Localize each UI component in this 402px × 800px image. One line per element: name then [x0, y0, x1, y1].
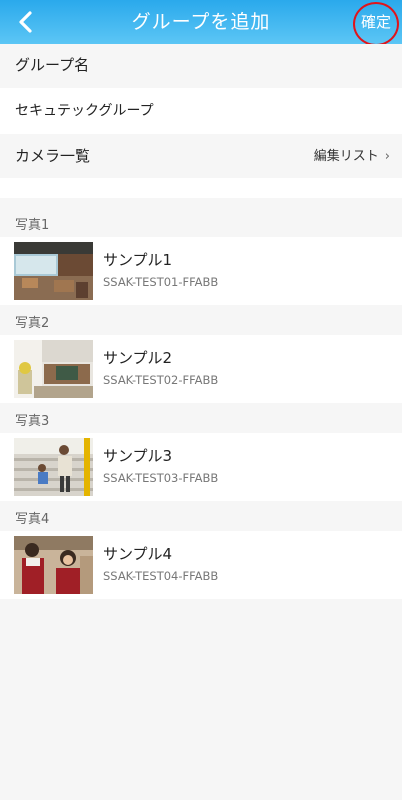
camera-id-2: SSAK-TEST02-FFABB [103, 373, 219, 387]
camera-id-4: SSAK-TEST04-FFABB [103, 569, 219, 583]
camera-item-2[interactable]: サンプル2 SSAK-TEST02-FFABB [0, 335, 402, 403]
chevron-right-icon: › [384, 149, 390, 164]
camera-item-4[interactable]: サンプル4 SSAK-TEST04-FFABB [0, 531, 402, 599]
camera-id-3: SSAK-TEST03-FFABB [103, 471, 219, 485]
section-label-3: 写真3 [15, 414, 50, 429]
camera-list-row: カメラ一覧 編集リスト › [0, 135, 402, 178]
camera-item-3[interactable]: サンプル3 SSAK-TEST03-FFABB [0, 433, 402, 501]
group-name-input[interactable] [0, 88, 402, 134]
edit-list-label: 編集リスト [313, 149, 379, 164]
edit-list-link[interactable]: 編集リスト › [314, 135, 390, 178]
section-label-2: 写真2 [15, 316, 50, 331]
app-header: グループを追加 確定 [0, 0, 402, 44]
group-name-label: グループ名 [0, 44, 402, 86]
cafe-interior-thumbnail [14, 242, 93, 300]
living-room-thumbnail [14, 340, 93, 398]
camera-name-3: サンプル3 [103, 447, 173, 465]
page-title: グループを追加 [131, 11, 271, 33]
empty-background [0, 600, 402, 800]
section-label-1: 写真1 [15, 218, 50, 233]
shop-staff-thumbnail [14, 536, 93, 594]
camera-list-label: カメラ一覧 [15, 147, 91, 165]
camera-name-4: サンプル4 [103, 545, 173, 563]
section-divider [0, 178, 402, 198]
stairs-people-thumbnail [14, 438, 93, 496]
confirm-button[interactable]: 確定 [354, 4, 398, 40]
camera-id-1: SSAK-TEST01-FFABB [103, 275, 219, 289]
camera-item-1[interactable]: サンプル1 SSAK-TEST01-FFABB [0, 237, 402, 305]
camera-name-2: サンプル2 [103, 349, 173, 367]
camera-name-1: サンプル1 [103, 251, 173, 269]
section-label-4: 写真4 [15, 512, 50, 527]
